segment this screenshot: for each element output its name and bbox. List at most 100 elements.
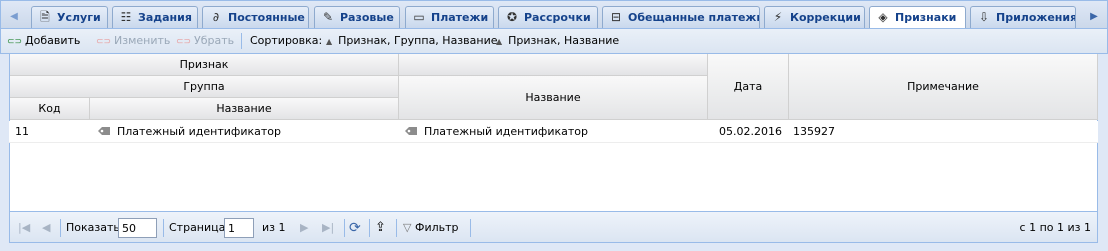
page-number-input[interactable] [224, 218, 254, 238]
header-note-label: Примечание [907, 80, 979, 93]
last-page-icon[interactable]: ▶| [322, 220, 334, 236]
header-code[interactable]: Код [10, 98, 90, 120]
sort-label: Сортировка: [250, 34, 323, 47]
export-icon[interactable]: ⇪ [375, 220, 386, 236]
header-attribute: Признак [10, 54, 399, 76]
frame-right [1098, 54, 1108, 243]
lifebuoy-icon: ✪ [506, 10, 518, 24]
tab-label: Коррекции [790, 11, 861, 24]
pager-separator [60, 219, 61, 237]
frame-left [0, 54, 9, 243]
header-attribute-label: Признак [179, 58, 229, 71]
header-name[interactable]: Название [399, 76, 708, 120]
header-note[interactable]: Примечание [789, 54, 1098, 120]
toolbar-separator [241, 33, 242, 49]
tab-label: Рассрочки [524, 11, 591, 24]
tab-label: Постоянные [228, 11, 305, 24]
first-page-icon[interactable]: |◀ [18, 220, 30, 236]
cell-note: 135927 [793, 125, 835, 138]
tab-payments[interactable]: ▭ Платежи [405, 6, 494, 29]
filter-icon: ▽ [403, 221, 412, 234]
header-date[interactable]: Дата [708, 54, 789, 120]
next-page-icon[interactable]: ▶ [300, 220, 308, 236]
cell-date: 05.02.2016 [719, 125, 782, 138]
sort-option-2[interactable]: ▲ Признак, Название [496, 29, 619, 53]
tab-label: Задания [138, 11, 192, 24]
remove-button[interactable]: ⊂⊃ Убрать [176, 29, 234, 53]
filter-button[interactable]: ▽ Фильтр [403, 220, 459, 236]
sort-asc-icon: ▲ [326, 37, 333, 46]
header-attribute-spacer [399, 54, 708, 76]
attachment-icon: ⇩ [978, 10, 990, 24]
tab-recurring[interactable]: ∂ Постоянные [202, 6, 309, 29]
header-code-label: Код [38, 102, 61, 115]
pager-separator [470, 219, 471, 237]
tab-one-time[interactable]: ✎ Разовые [314, 6, 400, 29]
cell-group-name: Платежный идентификатор [89, 121, 398, 142]
tab-label: Приложения [996, 11, 1076, 24]
edit-label: Изменить [114, 34, 171, 47]
pager-separator [396, 219, 397, 237]
sort-option-1[interactable]: ▲ Признак, Группа, Название [326, 29, 498, 53]
sort-option-label: Признак, Название [508, 34, 620, 47]
tab-services[interactable]: 🗎 Услуги [31, 6, 108, 29]
pager-separator [163, 219, 164, 237]
tab-tasks[interactable]: ☷ Задания [112, 6, 198, 29]
tab-strip: ◀ 🗎 Услуги ☷ Задания ∂ Постоянные ✎ Разовые … [0, 0, 1108, 30]
tag-icon: ◈ [878, 10, 888, 24]
wand-icon: ⚡ [773, 10, 783, 24]
header-group: Группа [10, 76, 399, 98]
filter-label: Фильтр [414, 221, 459, 234]
tag-icon [405, 127, 417, 135]
add-label: Добавить [25, 34, 81, 47]
frame-bottom [0, 243, 1108, 251]
table-row[interactable]: 11 Платежный идентификатор Платежный иде… [9, 121, 1098, 143]
sort-asc-icon: ▲ [496, 37, 503, 46]
page-count-label: из 1 [262, 221, 286, 234]
edit-icon: ⊂⊃ [96, 37, 112, 47]
tab-label: Признаки [895, 11, 957, 24]
page-size-input[interactable] [118, 218, 157, 238]
link-icon: ∂ [212, 10, 220, 24]
receipt-icon: 🗎 [40, 10, 50, 24]
wrench-icon: ✎ [322, 10, 334, 24]
tab-installments[interactable]: ✪ Рассрочки [498, 6, 598, 29]
cell-name: Платежный идентификатор [398, 121, 707, 142]
page-label: Страница [169, 221, 226, 234]
pager-separator [344, 219, 345, 237]
toolbar: ⊂⊃ Добавить ⊂⊃ Изменить ⊂⊃ Убрать Сортировк… [0, 28, 1108, 54]
header-date-label: Дата [733, 80, 763, 93]
cell-name-text: Платежный идентификатор [424, 125, 588, 138]
paging-summary: с 1 по 1 из 1 [1019, 221, 1091, 234]
tab-corrections[interactable]: ⚡ Коррекции [764, 6, 865, 29]
remove-icon: ⊂⊃ [176, 37, 192, 47]
tab-label: Платежи [431, 11, 489, 24]
cell-group-name-text: Платежный идентификатор [117, 125, 281, 138]
tab-label: Обещанные платежи [628, 11, 760, 24]
tab-promised-payments[interactable]: ⊟ Обещанные платежи [602, 6, 760, 29]
page-size-label: Показать [66, 221, 120, 234]
tab-scroll-right-icon[interactable]: ▶ [1084, 7, 1104, 27]
header-group-name-label: Название [216, 102, 272, 115]
tab-attributes[interactable]: ◈ Признаки [869, 6, 966, 30]
header-name-label: Название [525, 91, 581, 104]
paging-toolbar: |◀ ◀ Показать Страница из 1 ▶ ▶| ⟳ ⇪ ▽ Ф… [9, 211, 1098, 243]
remove-label: Убрать [194, 34, 235, 47]
promise-icon: ⊟ [610, 10, 622, 24]
add-button[interactable]: ⊂⊃ Добавить [7, 29, 80, 53]
card-icon: ▭ [413, 10, 425, 24]
tab-attachments[interactable]: ⇩ Приложения [970, 6, 1076, 29]
header-group-name[interactable]: Название [90, 98, 399, 120]
tab-scroll-left-icon[interactable]: ◀ [4, 7, 24, 27]
tag-icon [98, 127, 110, 135]
sort-option-label: Признак, Группа, Название [338, 34, 498, 47]
add-icon: ⊂⊃ [7, 37, 23, 47]
refresh-icon[interactable]: ⟳ [349, 220, 361, 236]
cell-code: 11 [15, 125, 29, 138]
header-group-label: Группа [183, 80, 225, 93]
edit-button[interactable]: ⊂⊃ Изменить [96, 29, 170, 53]
tab-label: Услуги [57, 11, 101, 24]
tab-label: Разовые [340, 11, 394, 24]
prev-page-icon[interactable]: ◀ [42, 220, 50, 236]
pager-separator [369, 219, 370, 237]
